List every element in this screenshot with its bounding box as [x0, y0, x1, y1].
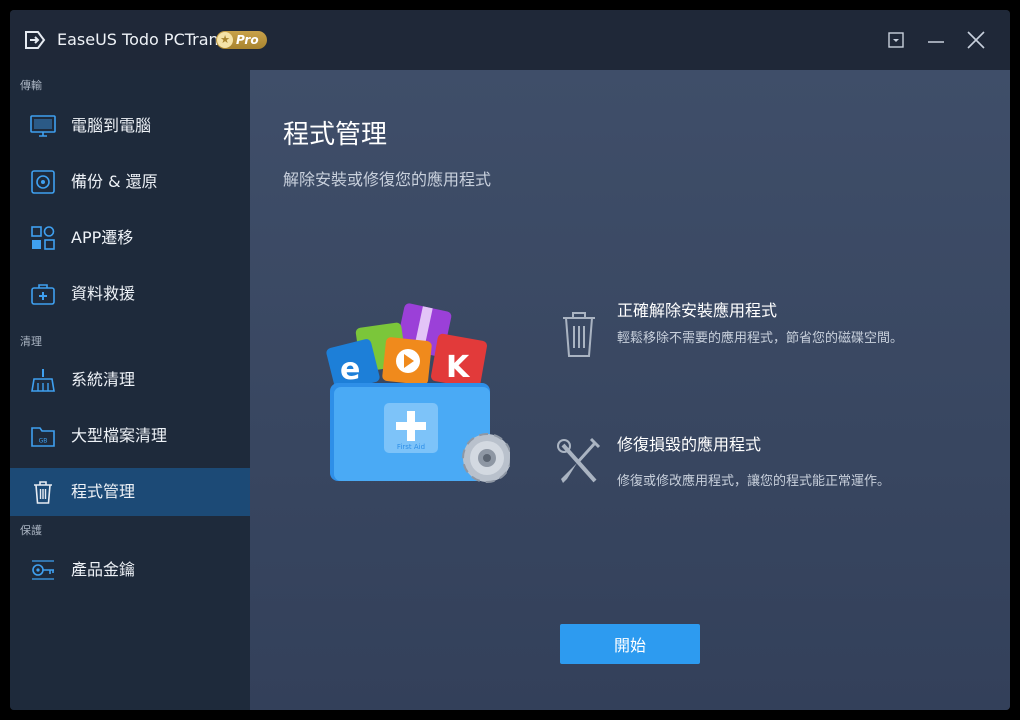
minimize-button[interactable] — [924, 28, 948, 52]
sidebar-item-large-file-cleanup[interactable]: GB 大型檔案清理 — [10, 412, 250, 460]
app-folder-illustration: e K First Aid — [326, 303, 510, 483]
sidebar: 傳輸 電腦到電腦 備份 & 還原 APP遷移 資料救援 清理 系統清理 GB 大… — [10, 70, 250, 710]
section-label-cleanup: 清理 — [20, 335, 42, 348]
sidebar-item-label: 資料救援 — [71, 284, 136, 303]
sidebar-item-label: 程式管理 — [71, 482, 136, 501]
k-letter: K — [446, 350, 471, 385]
sidebar-item-backup-restore[interactable]: 備份 & 還原 — [10, 158, 250, 206]
title-bar: EaseUS Todo PCTrans ★ Pro — [10, 10, 1010, 70]
sidebar-item-program-management[interactable]: 程式管理 — [10, 468, 250, 516]
sidebar-item-app-migration[interactable]: APP遷移 — [10, 214, 250, 262]
page-subtitle: 解除安裝或修復您的應用程式 — [283, 170, 492, 189]
close-icon — [967, 31, 985, 49]
system-cleanup-icon — [31, 369, 55, 392]
sidebar-item-product-key[interactable]: 產品金鑰 — [10, 546, 250, 594]
feature-desc-uninstall: 輕鬆移除不需要的應用程式，節省您的磁碟空間。 — [617, 331, 904, 346]
feature-desc-repair: 修復或修改應用程式，讓您的程式能正常運作。 — [617, 474, 891, 489]
sidebar-item-label: 系統清理 — [71, 370, 136, 389]
sidebar-item-label: 大型檔案清理 — [71, 426, 168, 445]
product-key-icon — [32, 560, 54, 580]
dropdown-menu-button[interactable] — [884, 28, 908, 52]
trash-icon — [34, 481, 52, 504]
sidebar-item-pc-to-pc[interactable]: 電腦到電腦 — [10, 102, 250, 150]
star-icon: ★ — [217, 32, 233, 48]
backup-restore-icon — [31, 170, 55, 194]
repair-tools-icon — [557, 437, 601, 483]
page-title: 程式管理 — [283, 120, 388, 150]
minimize-icon — [928, 41, 944, 43]
close-button[interactable] — [964, 28, 988, 52]
feature-title-repair: 修復損毀的應用程式 — [617, 435, 762, 454]
app-migration-icon — [31, 226, 55, 250]
large-file-cleanup-icon: GB — [31, 427, 55, 447]
gear-icon — [462, 433, 510, 483]
dropdown-box-icon — [888, 32, 904, 48]
sidebar-item-system-cleanup[interactable]: 系統清理 — [10, 356, 250, 404]
sidebar-item-label: 產品金鑰 — [71, 560, 136, 579]
app-window: EaseUS Todo PCTrans ★ Pro 傳輸 電腦到電腦 備份 & … — [10, 10, 1010, 710]
app-title: EaseUS Todo PCTrans — [57, 30, 228, 49]
pro-badge-label: Pro — [236, 33, 259, 47]
main-panel: 程式管理 解除安裝或修復您的應用程式 e K First Aid 正確解除安裝應… — [250, 70, 1010, 710]
start-button[interactable]: 開始 — [560, 624, 700, 664]
pro-badge: ★ Pro — [216, 31, 267, 49]
app-logo-icon — [25, 31, 46, 49]
data-rescue-icon — [31, 284, 55, 305]
sidebar-item-label: 備份 & 還原 — [71, 172, 158, 191]
section-label-protection: 保護 — [20, 524, 42, 537]
trash-icon — [563, 312, 595, 357]
first-aid-label: First Aid — [397, 443, 425, 451]
sidebar-item-label: APP遷移 — [71, 228, 134, 247]
feature-title-uninstall: 正確解除安裝應用程式 — [617, 301, 778, 320]
section-label-transfer: 傳輸 — [20, 79, 42, 92]
svg-text:GB: GB — [39, 438, 48, 445]
ie-letter: e — [340, 352, 360, 387]
sidebar-item-data-rescue[interactable]: 資料救援 — [10, 270, 250, 318]
computer-icon — [30, 115, 56, 137]
sidebar-item-label: 電腦到電腦 — [71, 116, 152, 135]
